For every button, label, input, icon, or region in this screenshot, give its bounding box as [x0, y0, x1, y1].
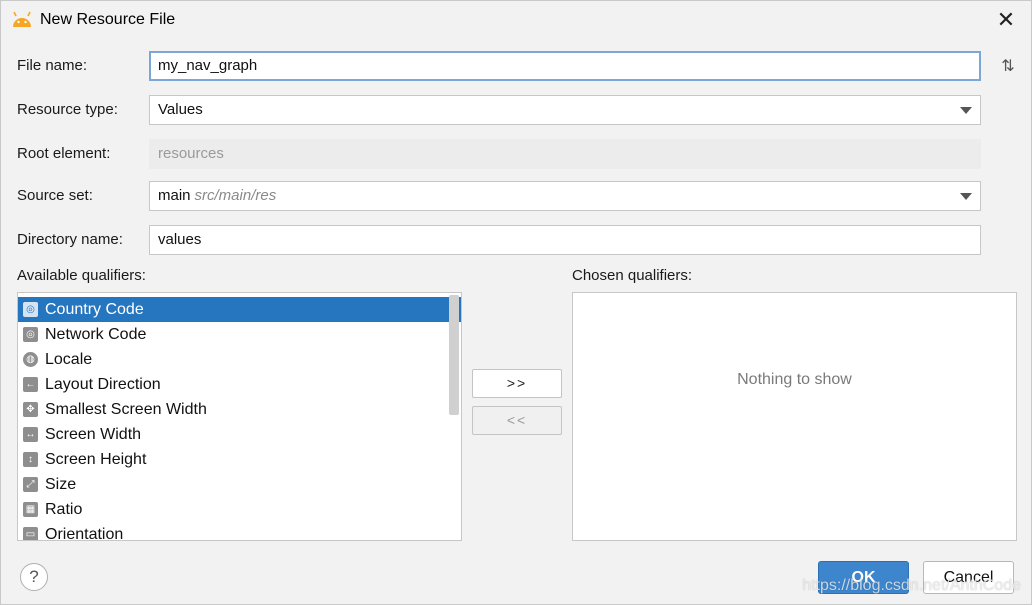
- window-title: New Resource File: [40, 11, 176, 28]
- root-element-field: resources: [149, 139, 981, 169]
- available-qualifiers-label: Available qualifiers:: [17, 267, 146, 284]
- qualifier-label: Size: [45, 476, 77, 493]
- close-icon[interactable]: ✕: [993, 7, 1019, 33]
- source-set-select[interactable]: main src/main/res: [149, 181, 981, 211]
- chosen-qualifiers-list[interactable]: Nothing to show: [572, 292, 1017, 541]
- directory-name-value: values: [158, 231, 202, 248]
- sort-arrows-icon[interactable]: ⇅: [997, 56, 1019, 78]
- qualifier-label: Network Code: [45, 326, 147, 343]
- source-set-label: Source set:: [17, 187, 93, 204]
- available-qualifiers-list[interactable]: ◎ Country Code ◎ Network Code ◍ Locale ←…: [17, 292, 462, 541]
- directory-name-label: Directory name:: [17, 231, 123, 248]
- globe-icon: ◍: [23, 352, 38, 367]
- qualifier-item-network-code[interactable]: ◎ Network Code: [18, 322, 461, 347]
- qualifier-item-smallest-screen-width[interactable]: ✥ Smallest Screen Width: [18, 397, 461, 422]
- screen-height-icon: ↕: [23, 452, 38, 467]
- qualifier-item-ratio[interactable]: ▦ Ratio: [18, 497, 461, 522]
- help-button[interactable]: ?: [20, 563, 48, 591]
- root-element-label: Root element:: [17, 145, 111, 162]
- watermark: https://blog.csdn.net/AnthCode: [802, 577, 1021, 594]
- qualifier-label: Screen Width: [45, 426, 142, 443]
- new-resource-file-dialog: New Resource File ✕ File name: my_nav_gr…: [0, 0, 1032, 605]
- resource-type-value: Values: [158, 101, 203, 118]
- source-set-value: main: [158, 187, 191, 204]
- qualifier-item-locale[interactable]: ◍ Locale: [18, 347, 461, 372]
- resource-type-label: Resource type:: [17, 101, 118, 118]
- add-qualifier-button[interactable]: >>: [472, 369, 562, 398]
- chosen-qualifiers-label: Chosen qualifiers:: [572, 267, 693, 284]
- file-name-input[interactable]: my_nav_graph: [149, 51, 981, 81]
- qualifier-label: Orientation: [45, 526, 124, 541]
- screen-width-icon: ↔: [23, 427, 38, 442]
- size-icon: ⤢: [23, 477, 38, 492]
- directory-name-input[interactable]: values: [149, 225, 981, 255]
- qualifier-label: Country Code: [45, 301, 144, 318]
- source-set-path: src/main/res: [194, 187, 277, 204]
- resource-type-select[interactable]: Values: [149, 95, 981, 125]
- android-icon: [13, 11, 31, 27]
- qualifier-label: Ratio: [45, 501, 83, 518]
- remove-qualifier-button[interactable]: <<: [472, 406, 562, 435]
- layout-direction-icon: ←: [23, 377, 38, 392]
- smallest-width-icon: ✥: [23, 402, 38, 417]
- root-element-value: resources: [158, 145, 224, 162]
- qualifier-item-orientation[interactable]: ▭ Orientation: [18, 522, 461, 541]
- file-name-value: my_nav_graph: [158, 57, 258, 74]
- qualifier-label: Screen Height: [45, 451, 147, 468]
- qualifier-item-layout-direction[interactable]: ← Layout Direction: [18, 372, 461, 397]
- qualifier-label: Layout Direction: [45, 376, 161, 393]
- qualifier-label: Locale: [45, 351, 93, 368]
- title-bar: New Resource File ✕: [1, 1, 1032, 39]
- qualifier-item-country-code[interactable]: ◎ Country Code: [18, 297, 461, 322]
- orientation-icon: ▭: [23, 527, 38, 540]
- qualifier-item-screen-height[interactable]: ↕ Screen Height: [18, 447, 461, 472]
- qualifier-label: Smallest Screen Width: [45, 401, 207, 418]
- country-code-icon: ◎: [23, 302, 38, 317]
- network-code-icon: ◎: [23, 327, 38, 342]
- empty-state-text: Nothing to show: [737, 371, 852, 388]
- qualifier-item-size[interactable]: ⤢ Size: [18, 472, 461, 497]
- qualifier-item-screen-width[interactable]: ↔ Screen Width: [18, 422, 461, 447]
- ratio-icon: ▦: [23, 502, 38, 517]
- list-scrollbar[interactable]: [449, 295, 459, 415]
- file-name-label: File name:: [17, 57, 88, 74]
